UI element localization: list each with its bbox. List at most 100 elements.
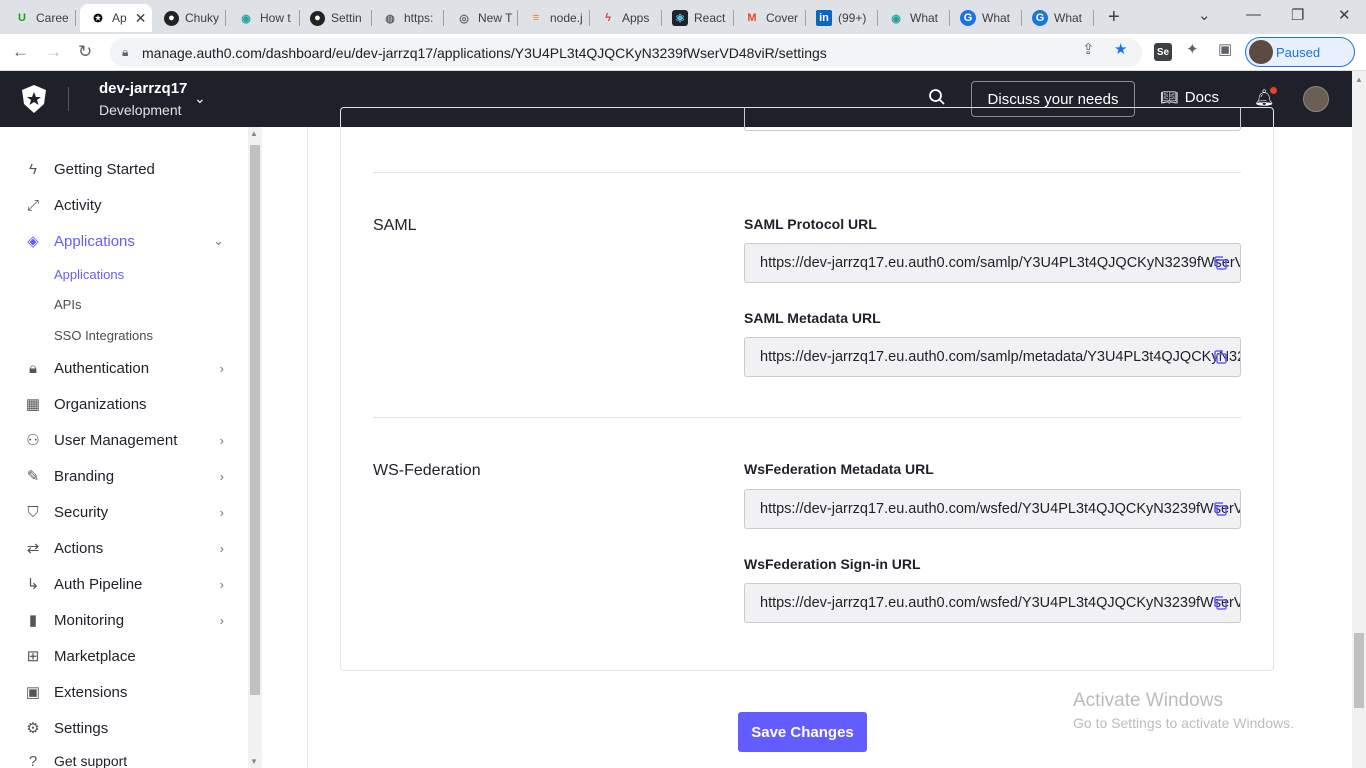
notification-dot: [1270, 87, 1278, 94]
copy-icon[interactable]: [1212, 595, 1228, 611]
sidebar-item-actions[interactable]: ⇄ Actions ›: [24, 536, 224, 560]
sidebar-subitem-apis[interactable]: APIs: [54, 297, 81, 312]
wsfed-signin-url-field[interactable]: https://dev-jarrzq17.eu.auth0.com/wsfed/…: [744, 583, 1241, 623]
scroll-up-arrow-icon[interactable]: ▲: [250, 129, 258, 138]
page-scrollbar[interactable]: ▲: [1352, 71, 1366, 768]
pipeline-icon: ↳: [26, 576, 40, 593]
sidebar-scrollbar[interactable]: ▲ ▼: [248, 127, 262, 768]
tenant-name[interactable]: dev-jarrzq17: [99, 80, 187, 97]
sidebar-item-auth-pipeline[interactable]: ↳ Auth Pipeline ›: [24, 572, 224, 596]
activity-chart-icon: ⤢: [26, 196, 39, 214]
tab-search-chevron-icon[interactable]: ⌄: [1198, 6, 1211, 24]
restore-icon[interactable]: ❐: [1291, 6, 1304, 24]
copy-icon[interactable]: [1212, 501, 1228, 517]
scrollbar-thumb[interactable]: [250, 145, 260, 695]
browser-tab[interactable]: ● Settin: [300, 4, 372, 32]
tab-label: What: [982, 11, 1011, 25]
minimize-icon[interactable]: —: [1246, 6, 1261, 23]
sidebar-item-user-management[interactable]: ⚇ User Management ›: [24, 428, 224, 452]
chevron-right-icon: ›: [219, 432, 224, 448]
notifications-bell-icon[interactable]: 🔔︎: [1254, 87, 1278, 108]
bar-chart-icon: ▮: [28, 612, 38, 629]
sidebar-item-label: Authentication: [54, 359, 150, 377]
sidebar-item-getting-started[interactable]: ϟ Getting Started: [24, 157, 224, 181]
browser-tab[interactable]: ● Chuky: [154, 4, 226, 32]
chevron-right-icon: ›: [219, 576, 224, 592]
user-avatar[interactable]: [1303, 86, 1329, 112]
browser-tab[interactable]: ⚛ React: [662, 4, 734, 32]
flow-icon: ⇄: [26, 540, 40, 557]
browser-tab[interactable]: ≡ node.j: [518, 4, 590, 32]
browser-tab-active[interactable]: ✪ Ap ✕: [80, 4, 152, 32]
copy-icon[interactable]: [1212, 255, 1228, 271]
sidebar-item-extensions[interactable]: ▣ Extensions: [24, 680, 224, 704]
chip-icon: ▣: [25, 684, 41, 701]
grid-plus-icon: ⊞: [26, 648, 40, 665]
browser-tab[interactable]: ◎ New T: [446, 4, 518, 32]
tab-label: How t: [260, 11, 291, 25]
sidebar-item-organizations[interactable]: ▦ Organizations: [24, 392, 224, 416]
sidebar-item-get-support[interactable]: ? Get support: [24, 749, 224, 768]
wsfed-signin-url-label: WsFederation Sign-in URL: [744, 556, 921, 572]
close-window-icon[interactable]: ✕: [1338, 6, 1351, 24]
save-changes-button[interactable]: Save Changes: [738, 712, 867, 752]
scroll-down-arrow-icon[interactable]: ▼: [250, 757, 258, 766]
gmail-icon: M: [747, 12, 757, 24]
browser-tab[interactable]: G What: [950, 4, 1022, 32]
sidebar-item-marketplace[interactable]: ⊞ Marketplace: [24, 644, 224, 668]
docs-link[interactable]: 📖︎ Docs: [1160, 89, 1219, 106]
extensions-puzzle-icon[interactable]: ✦: [1186, 40, 1199, 58]
sidebar-item-label: Applications: [54, 232, 135, 250]
bookmark-star-icon[interactable]: ★: [1114, 40, 1127, 58]
new-tab-icon[interactable]: +: [1108, 6, 1120, 29]
sidebar-item-authentication[interactable]: 🔒︎ Authentication ›: [24, 356, 224, 380]
close-tab-icon[interactable]: ✕: [135, 10, 147, 27]
browser-tab[interactable]: U Caree: [4, 4, 76, 32]
browser-tab[interactable]: ◉ What: [878, 4, 950, 32]
browser-tab[interactable]: ◉ How t: [228, 4, 300, 32]
share-icon[interactable]: ⇪: [1082, 40, 1095, 58]
scrollbar-thumb[interactable]: [1354, 633, 1364, 708]
profile-button[interactable]: Paused: [1245, 37, 1355, 67]
auth0-logo-icon[interactable]: [20, 84, 48, 114]
selenium-extension-icon[interactable]: Se: [1154, 43, 1172, 61]
sidebar-item-settings[interactable]: ⚙ Settings: [24, 716, 224, 740]
sidebar-item-monitoring[interactable]: ▮ Monitoring ›: [24, 608, 224, 632]
wsfed-metadata-url-label: WsFederation Metadata URL: [744, 461, 934, 477]
auth0-icon: ✪: [93, 12, 103, 25]
chevron-down-icon[interactable]: ⌄: [194, 90, 206, 107]
sidebar-item-security[interactable]: ⛉ Security ›: [24, 500, 224, 524]
browser-tab[interactable]: ϟ Apps: [590, 4, 662, 32]
wsfed-metadata-url-field[interactable]: https://dev-jarrzq17.eu.auth0.com/wsfed/…: [744, 489, 1241, 529]
scroll-up-arrow-icon[interactable]: ▲: [1355, 75, 1363, 84]
back-icon[interactable]: ←: [12, 42, 29, 62]
brush-icon: ✎: [26, 468, 40, 485]
sidebar-subitem-sso-integrations[interactable]: SSO Integrations: [54, 328, 153, 343]
sidebar-item-branding[interactable]: ✎ Branding ›: [24, 464, 224, 488]
building-icon: ▦: [25, 396, 41, 413]
tab-label: What: [910, 11, 939, 25]
sidebar-item-label: Security: [54, 503, 109, 521]
saml-metadata-url-field[interactable]: https://dev-jarrzq17.eu.auth0.com/samlp/…: [744, 337, 1241, 377]
browser-tab[interactable]: in (99+): [806, 4, 878, 32]
copy-icon[interactable]: [1212, 349, 1228, 365]
sidebar-item-label: Monitoring: [54, 611, 125, 629]
reload-icon[interactable]: ↻: [78, 42, 92, 62]
sidebar-item-label: Marketplace: [54, 647, 136, 665]
side-panel-icon[interactable]: ▣: [1218, 40, 1232, 58]
wsfed-signin-url-value: https://dev-jarrzq17.eu.auth0.com/wsfed/…: [760, 595, 1241, 611]
sidebar-item-activity[interactable]: ⤢ Activity: [24, 193, 224, 217]
forward-icon[interactable]: →: [45, 42, 62, 62]
sidebar-item-label: Extensions: [54, 683, 128, 701]
sidebar-item-applications[interactable]: ◈ Applications ⌄: [24, 229, 224, 253]
address-bar[interactable]: 🔒︎ manage.auth0.com/dashboard/eu/dev-jar…: [110, 38, 1142, 67]
browser-tab[interactable]: M Cover: [734, 4, 806, 32]
sidebar-subitem-applications[interactable]: Applications: [54, 267, 124, 282]
saml-protocol-url-field[interactable]: https://dev-jarrzq17.eu.auth0.com/samlp/…: [744, 243, 1241, 283]
browser-tab[interactable]: ◍ https:: [372, 4, 444, 32]
chevron-right-icon: ›: [219, 468, 224, 484]
sidebar-nav: ϟ Getting Started ⤢ Activity ◈ Applicati…: [0, 127, 248, 768]
browser-tab[interactable]: G What: [1022, 4, 1094, 32]
windows-activation-watermark: Activate Windows Go to Settings to activ…: [1073, 690, 1294, 731]
search-icon[interactable]: [928, 88, 946, 106]
